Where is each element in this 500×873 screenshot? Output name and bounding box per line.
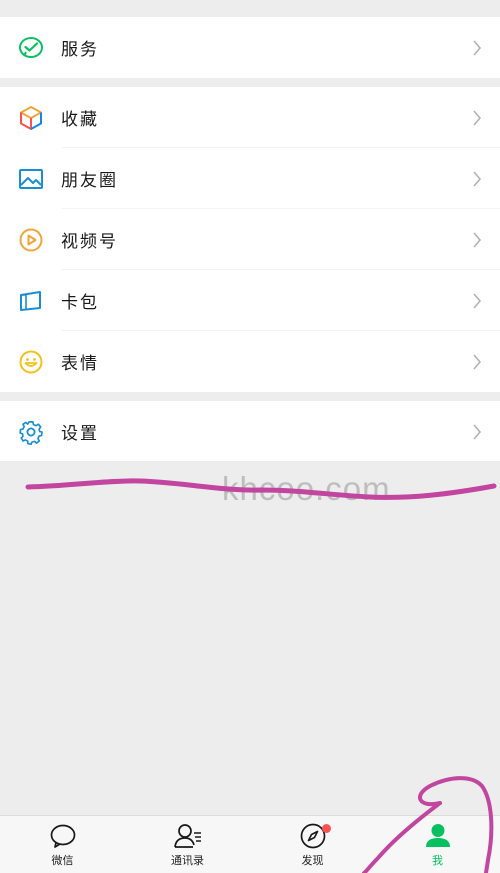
chevron-right-icon bbox=[470, 38, 484, 58]
tab-discover[interactable]: 发现 bbox=[250, 816, 375, 873]
image-icon bbox=[18, 166, 44, 192]
watermark-text: khcoo.com bbox=[222, 470, 391, 507]
menu-item-moments[interactable]: 朋友圈 bbox=[0, 148, 500, 209]
tab-chats[interactable]: 微信 bbox=[0, 816, 125, 873]
menu-item-label: 收藏 bbox=[61, 110, 99, 130]
tab-label: 发现 bbox=[301, 853, 324, 867]
smiley-icon bbox=[18, 349, 44, 375]
menu-group-settings: 设置 bbox=[0, 401, 500, 462]
person-icon bbox=[423, 822, 453, 850]
chevron-right-icon bbox=[470, 422, 484, 442]
menu-item-stickers[interactable]: 表情 bbox=[0, 331, 500, 392]
notification-dot bbox=[321, 824, 331, 833]
card-icon bbox=[18, 288, 44, 314]
menu-item-favorites[interactable]: 收藏 bbox=[0, 87, 500, 148]
menu-item-label: 卡包 bbox=[61, 293, 99, 313]
menu-item-label: 朋友圈 bbox=[61, 171, 118, 191]
menu-item-label: 服务 bbox=[61, 40, 99, 60]
menu-item-label: 表情 bbox=[61, 354, 99, 374]
bottom-tab-bar: 微信 通讯录 发现 我 bbox=[0, 815, 500, 873]
menu-item-settings[interactable]: 设置 bbox=[0, 401, 500, 462]
play-circle-icon bbox=[18, 227, 44, 253]
cube-icon bbox=[18, 105, 44, 131]
contacts-icon bbox=[173, 822, 203, 850]
chevron-right-icon bbox=[470, 169, 484, 189]
menu-item-channels[interactable]: 视频号 bbox=[0, 209, 500, 270]
tab-me[interactable]: 我 bbox=[375, 816, 500, 873]
chevron-right-icon bbox=[470, 230, 484, 250]
tab-contacts[interactable]: 通讯录 bbox=[125, 816, 250, 873]
menu-group-services: 服务 bbox=[0, 17, 500, 78]
menu-item-label: 设置 bbox=[61, 424, 99, 444]
empty-background bbox=[0, 461, 500, 815]
chevron-right-icon bbox=[470, 352, 484, 372]
menu-group-main: 收藏 朋友圈 视频号 卡包 表情 bbox=[0, 87, 500, 392]
menu-item-services[interactable]: 服务 bbox=[0, 17, 500, 78]
tab-label: 我 bbox=[432, 853, 443, 867]
chevron-right-icon bbox=[470, 291, 484, 311]
menu-item-label: 视频号 bbox=[61, 232, 118, 252]
chevron-right-icon bbox=[470, 108, 484, 128]
chat-bubble-icon bbox=[48, 822, 78, 850]
tab-label: 微信 bbox=[51, 853, 74, 867]
tab-label: 通讯录 bbox=[171, 853, 204, 867]
gear-icon bbox=[18, 419, 44, 445]
wechat-pay-check-icon bbox=[18, 35, 44, 61]
menu-item-cards[interactable]: 卡包 bbox=[0, 270, 500, 331]
